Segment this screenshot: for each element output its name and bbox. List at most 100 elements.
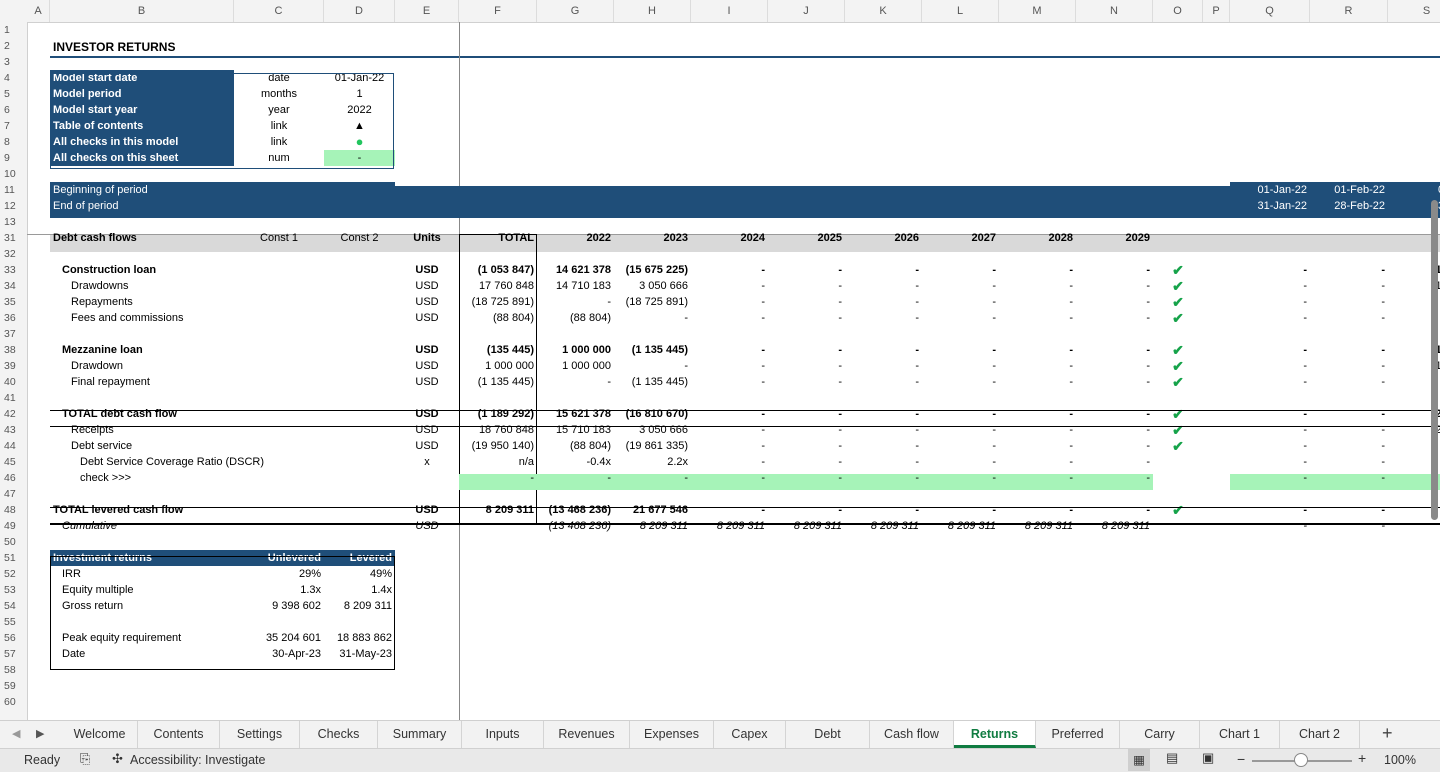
line-units[interactable]: USD: [395, 518, 459, 534]
line-year-value[interactable]: -: [768, 358, 845, 374]
line-total[interactable]: (1 135 445): [459, 374, 537, 390]
zoom-level[interactable]: 100%: [1384, 753, 1416, 767]
column-header-d[interactable]: D: [324, 0, 395, 22]
line-year-value[interactable]: -: [768, 470, 845, 486]
column-header-a[interactable]: A: [27, 0, 50, 22]
line-month-value[interactable]: -: [1230, 310, 1310, 326]
line-month-value[interactable]: -: [1310, 278, 1388, 294]
vertical-scrollbar-thumb[interactable]: [1431, 200, 1438, 520]
line-month-value[interactable]: -: [1230, 358, 1310, 374]
returns-unlevered-value[interactable]: 9 398 602: [234, 598, 324, 614]
period-end-date[interactable]: 28-Feb-22: [1310, 198, 1388, 214]
returns-levered-value[interactable]: 49%: [324, 566, 395, 582]
row-header-11[interactable]: 11: [0, 182, 28, 198]
line-year-value[interactable]: (88 804): [537, 310, 614, 326]
line-month-value[interactable]: -: [1230, 342, 1310, 358]
line-month-value[interactable]: -: [1310, 438, 1388, 454]
line-year-value[interactable]: -: [999, 502, 1076, 518]
line-year-value[interactable]: -: [999, 278, 1076, 294]
row-header-60[interactable]: 60: [0, 694, 28, 710]
row-header-36[interactable]: 36: [0, 310, 28, 326]
line-year-value[interactable]: -: [845, 422, 922, 438]
const1-header[interactable]: Const 1: [234, 230, 324, 246]
row-header-55[interactable]: 55: [0, 614, 28, 630]
toc-link-icon[interactable]: ▲: [324, 118, 395, 134]
row-header-45[interactable]: 45: [0, 454, 28, 470]
sheet-tab-debt[interactable]: Debt: [786, 721, 870, 748]
line-year-value[interactable]: (15 675 225): [614, 262, 691, 278]
line-year-value[interactable]: -: [922, 342, 999, 358]
returns-col-levered[interactable]: Levered: [324, 550, 395, 566]
line-total[interactable]: (18 725 891): [459, 294, 537, 310]
line-year-value[interactable]: -: [999, 374, 1076, 390]
column-header-b[interactable]: B: [50, 0, 234, 22]
line-year-value[interactable]: -: [999, 262, 1076, 278]
line-year-value[interactable]: -: [1076, 422, 1153, 438]
line-year-value[interactable]: -: [691, 262, 768, 278]
sheet-tab-carry[interactable]: Carry: [1120, 721, 1200, 748]
line-year-value[interactable]: 14 621 378: [537, 262, 614, 278]
line-year-value[interactable]: 3 050 666: [614, 278, 691, 294]
year-header[interactable]: 2027: [922, 230, 999, 246]
column-header-r[interactable]: R: [1310, 0, 1388, 22]
row-header-48[interactable]: 48: [0, 502, 28, 518]
year-header[interactable]: 2022: [537, 230, 614, 246]
line-year-value[interactable]: 8 209 311: [999, 518, 1076, 534]
row-header-41[interactable]: 41: [0, 390, 28, 406]
line-label[interactable]: check >>>: [50, 470, 422, 486]
line-year-value[interactable]: -: [768, 438, 845, 454]
line-year-value[interactable]: -0.4x: [537, 454, 614, 470]
year-header[interactable]: 2026: [845, 230, 922, 246]
line-total[interactable]: 18 760 848: [459, 422, 537, 438]
line-year-value[interactable]: (88 804): [537, 438, 614, 454]
column-header-e[interactable]: E: [395, 0, 459, 22]
line-year-value[interactable]: -: [1076, 262, 1153, 278]
column-header-h[interactable]: H: [614, 0, 691, 22]
checks-link-icon[interactable]: ●: [324, 134, 395, 150]
setting-label[interactable]: Model start year: [50, 102, 234, 118]
line-year-value[interactable]: -: [845, 406, 922, 422]
line-month-value[interactable]: -: [1310, 358, 1388, 374]
line-year-value[interactable]: -: [691, 406, 768, 422]
line-year-value[interactable]: 8 209 311: [691, 518, 768, 534]
page-break-view-icon[interactable]: ▣: [1202, 750, 1214, 766]
setting-value[interactable]: 1: [324, 86, 395, 102]
line-label[interactable]: Receipts: [50, 422, 413, 438]
line-total[interactable]: 1 000 000: [459, 358, 537, 374]
sheet-tab-contents[interactable]: Contents: [138, 721, 220, 748]
line-month-value[interactable]: -: [1310, 518, 1388, 534]
sheet-tab-cash-flow[interactable]: Cash flow: [870, 721, 954, 748]
line-year-value[interactable]: -: [922, 470, 999, 486]
line-year-value[interactable]: -: [922, 358, 999, 374]
row-header-34[interactable]: 34: [0, 278, 28, 294]
returns-unlevered-value[interactable]: 30-Apr-23: [234, 646, 324, 662]
line-label[interactable]: TOTAL debt cash flow: [50, 406, 404, 422]
line-month-value[interactable]: -: [1310, 262, 1388, 278]
line-year-value[interactable]: -: [999, 342, 1076, 358]
line-year-value[interactable]: -: [845, 262, 922, 278]
line-total[interactable]: [459, 518, 537, 534]
line-year-value[interactable]: 21 677 546: [614, 502, 691, 518]
line-units[interactable]: USD: [395, 374, 459, 390]
line-year-value[interactable]: -: [999, 358, 1076, 374]
zoom-slider-thumb[interactable]: [1294, 753, 1308, 767]
sheet-tab-summary[interactable]: Summary: [378, 721, 462, 748]
returns-levered-value[interactable]: 8 209 311: [324, 598, 395, 614]
line-year-value[interactable]: -: [1076, 470, 1153, 486]
row-header-32[interactable]: 32: [0, 246, 28, 262]
line-year-value[interactable]: -: [845, 374, 922, 390]
row-header-3[interactable]: 3: [0, 54, 28, 70]
line-month-value[interactable]: -: [1310, 502, 1388, 518]
line-year-value[interactable]: 2.2x: [614, 454, 691, 470]
row-header-2[interactable]: 2: [0, 38, 28, 54]
returns-label[interactable]: Peak equity requirement: [50, 630, 243, 646]
returns-col-unlevered[interactable]: Unlevered: [234, 550, 324, 566]
line-month-value[interactable]: -: [1230, 422, 1310, 438]
line-year-value[interactable]: -: [999, 470, 1076, 486]
returns-unlevered-value[interactable]: 35 204 601: [234, 630, 324, 646]
macro-record-icon[interactable]: ⎘: [80, 751, 90, 767]
accessibility-icon[interactable]: ✣: [112, 751, 123, 767]
line-year-value[interactable]: -: [768, 454, 845, 470]
line-year-value[interactable]: (16 810 670): [614, 406, 691, 422]
line-month-value[interactable]: -: [1230, 294, 1310, 310]
